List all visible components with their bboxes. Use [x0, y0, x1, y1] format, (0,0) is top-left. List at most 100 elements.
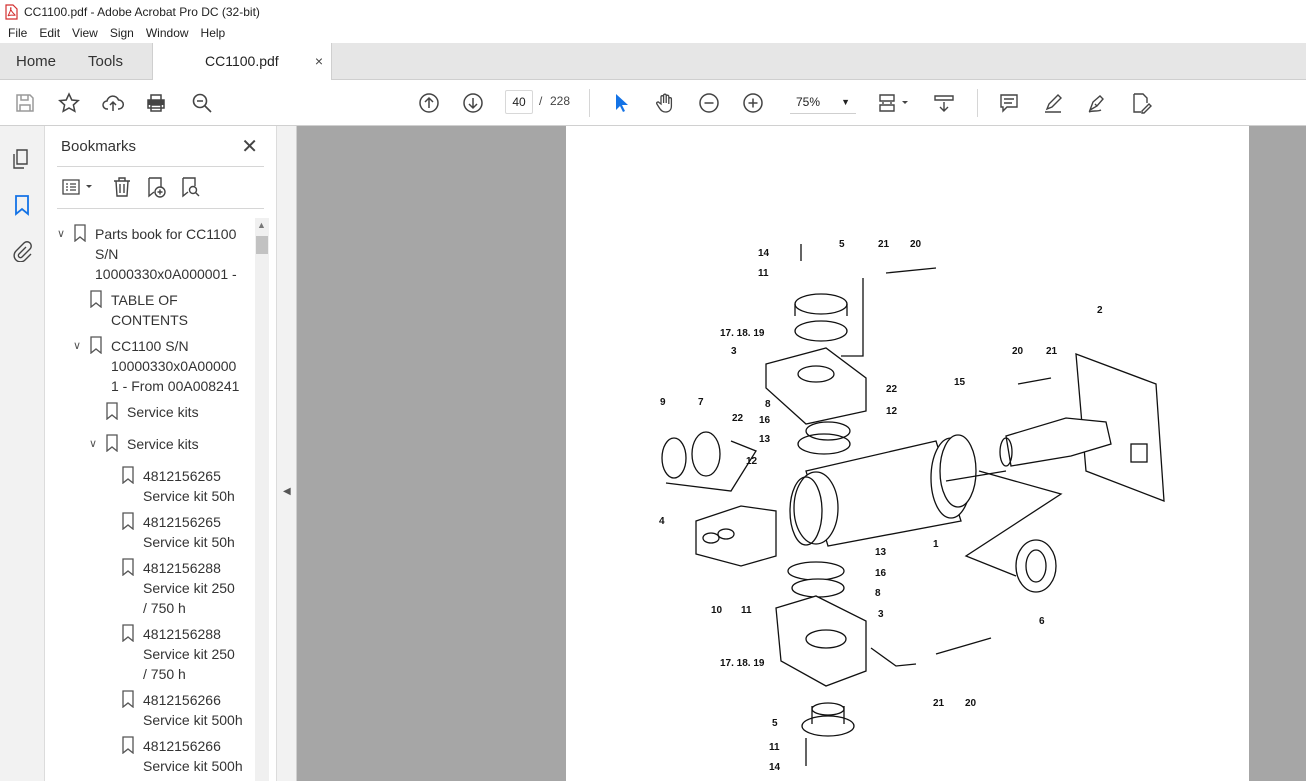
bookmark-item[interactable]: 4812156265 Service kit 50h	[121, 512, 235, 552]
close-icon[interactable]: ✕	[241, 134, 258, 159]
tab-tools[interactable]: Tools	[88, 43, 123, 80]
chevron-down-icon[interactable]: ∨	[73, 336, 89, 396]
acrobat-logo-icon	[5, 3, 18, 20]
bookmark-item[interactable]: 4812156288 Service kit 250 / 750 h	[121, 558, 235, 618]
callout-label: 5	[839, 239, 845, 250]
menu-sign[interactable]: Sign	[104, 26, 140, 40]
bookmark-item[interactable]: 4812156266 Service kit 500h	[121, 736, 243, 776]
bookmark-item[interactable]: ∨ Service kits	[89, 434, 199, 454]
menu-window[interactable]: Window	[140, 26, 195, 40]
tab-bar: Home Tools CC1100.pdf ×	[0, 43, 1306, 80]
toolbar-divider	[977, 89, 978, 117]
bookmark-label: TABLE OF CONTENTS	[111, 292, 188, 328]
callout-label: 21	[933, 698, 945, 709]
bookmark-item[interactable]: ∨ CC1100 S/N 10000330x0A00000 1 - From 0…	[73, 336, 239, 396]
page-separator: /	[539, 94, 543, 108]
callout-label: 17. 18. 19	[720, 658, 765, 669]
bookmark-icon	[121, 466, 137, 485]
callout-label: 15	[954, 377, 966, 388]
hand-tool-icon[interactable]	[653, 91, 677, 115]
callout-label: 12	[746, 456, 758, 467]
total-pages: 228	[550, 94, 571, 108]
zoom-in-icon[interactable]	[741, 91, 765, 115]
bookmark-label: 4812156265 Service kit 50h	[143, 514, 235, 550]
bookmark-icon	[121, 736, 137, 755]
bookmark-label: 4812156266 Service kit 500h	[143, 738, 243, 774]
attachment-icon[interactable]	[11, 240, 35, 264]
bookmark-item[interactable]: Service kits	[105, 402, 199, 422]
callout-label: 16	[759, 415, 771, 426]
callout-label: 7	[698, 397, 704, 408]
page-display-icon[interactable]	[877, 91, 911, 115]
menu-view[interactable]: View	[66, 26, 104, 40]
bookmark-label: Service kits	[127, 404, 199, 420]
edit-pdf-icon[interactable]	[1129, 91, 1153, 115]
star-icon[interactable]	[57, 91, 81, 115]
scroll-mode-icon[interactable]	[932, 91, 956, 115]
chevron-down-icon: ▼	[841, 97, 850, 107]
bookmark-label: 4812156288 Service kit 250 / 750 h	[143, 560, 235, 616]
bookmark-label: Service kits	[127, 436, 199, 452]
zoom-out-icon[interactable]	[697, 91, 721, 115]
delete-bookmark-icon[interactable]	[111, 176, 135, 200]
left-navigation-rail	[0, 126, 45, 781]
callout-label: 20	[965, 698, 977, 709]
menu-edit[interactable]: Edit	[33, 26, 66, 40]
page-number-input[interactable]: 40	[505, 90, 533, 114]
bookmarks-scrollbar[interactable]: ▲	[255, 218, 269, 781]
previous-page-icon[interactable]	[417, 91, 441, 115]
toolbar-divider	[589, 89, 590, 117]
bookmark-item[interactable]: 4812156288 Service kit 250 / 750 h	[121, 624, 235, 684]
bookmark-options-icon[interactable]	[61, 176, 97, 200]
print-icon[interactable]	[144, 91, 168, 115]
callout-label: 8	[765, 399, 771, 410]
next-page-icon[interactable]	[461, 91, 485, 115]
bookmark-item[interactable]: ∨ Parts book for CC1100 S/N 10000330x0A0…	[57, 224, 237, 284]
menu-help[interactable]: Help	[195, 26, 232, 40]
find-bookmark-icon[interactable]	[179, 176, 203, 200]
callout-label: 14	[769, 762, 781, 773]
pdf-page: 14 5 21 20 11 17. 18. 19 3 2 20 21 22 12…	[566, 126, 1249, 781]
title-bar: CC1100.pdf - Adobe Acrobat Pro DC (32-bi…	[0, 0, 1306, 23]
exploded-parts-drawing: 14 5 21 20 11 17. 18. 19 3 2 20 21 22 12…	[659, 239, 1165, 773]
close-tab-icon[interactable]: ×	[315, 43, 323, 80]
zoom-level-value: 75%	[796, 95, 821, 109]
scroll-up-icon[interactable]: ▲	[257, 220, 266, 230]
panel-splitter[interactable]: ◀	[277, 126, 297, 781]
bookmark-panel-icon[interactable]	[11, 194, 35, 218]
document-viewport[interactable]: 14 5 21 20 11 17. 18. 19 3 2 20 21 22 12…	[297, 126, 1306, 781]
bookmark-label: Parts book for CC1100 S/N 10000330x0A000…	[95, 226, 237, 282]
callout-label: 21	[878, 239, 890, 250]
comment-icon[interactable]	[997, 91, 1021, 115]
chevron-down-icon[interactable]: ∨	[57, 224, 73, 284]
scrollbar-thumb[interactable]	[256, 236, 268, 254]
bookmark-item[interactable]: 4812156265 Service kit 50h	[121, 466, 235, 506]
highlight-icon[interactable]	[1041, 91, 1065, 115]
save-icon[interactable]	[13, 91, 37, 115]
page-thumbnails-icon[interactable]	[11, 148, 35, 172]
bookmark-item[interactable]: 4812156266 Service kit 500h	[121, 690, 243, 730]
bookmark-icon	[121, 512, 137, 531]
collapse-panel-icon[interactable]: ◀	[283, 486, 291, 497]
main-toolbar: 40 / 228 75% ▼	[0, 80, 1306, 126]
callout-label: 14	[758, 248, 770, 259]
bookmark-icon	[105, 434, 121, 453]
new-bookmark-icon[interactable]	[145, 176, 169, 200]
select-tool-icon[interactable]	[609, 91, 633, 115]
callout-label: 1	[933, 539, 939, 550]
draw-pen-icon[interactable]	[1085, 91, 1109, 115]
bookmark-label: 4812156266 Service kit 500h	[143, 692, 243, 728]
find-text-icon[interactable]	[190, 91, 214, 115]
tab-document[interactable]: CC1100.pdf ×	[152, 43, 332, 80]
callout-label: 11	[769, 742, 780, 753]
cloud-upload-icon[interactable]	[101, 91, 125, 115]
bookmark-item[interactable]: TABLE OF CONTENTS	[89, 290, 188, 330]
chevron-down-icon[interactable]: ∨	[89, 434, 105, 454]
tab-home[interactable]: Home	[16, 43, 56, 80]
bookmark-icon	[89, 336, 105, 355]
bookmark-icon	[121, 558, 137, 577]
callout-label: 3	[731, 346, 737, 357]
menu-file[interactable]: File	[0, 26, 33, 40]
bookmarks-toolbar	[57, 174, 267, 204]
zoom-level-select[interactable]: 75% ▼	[790, 90, 856, 114]
